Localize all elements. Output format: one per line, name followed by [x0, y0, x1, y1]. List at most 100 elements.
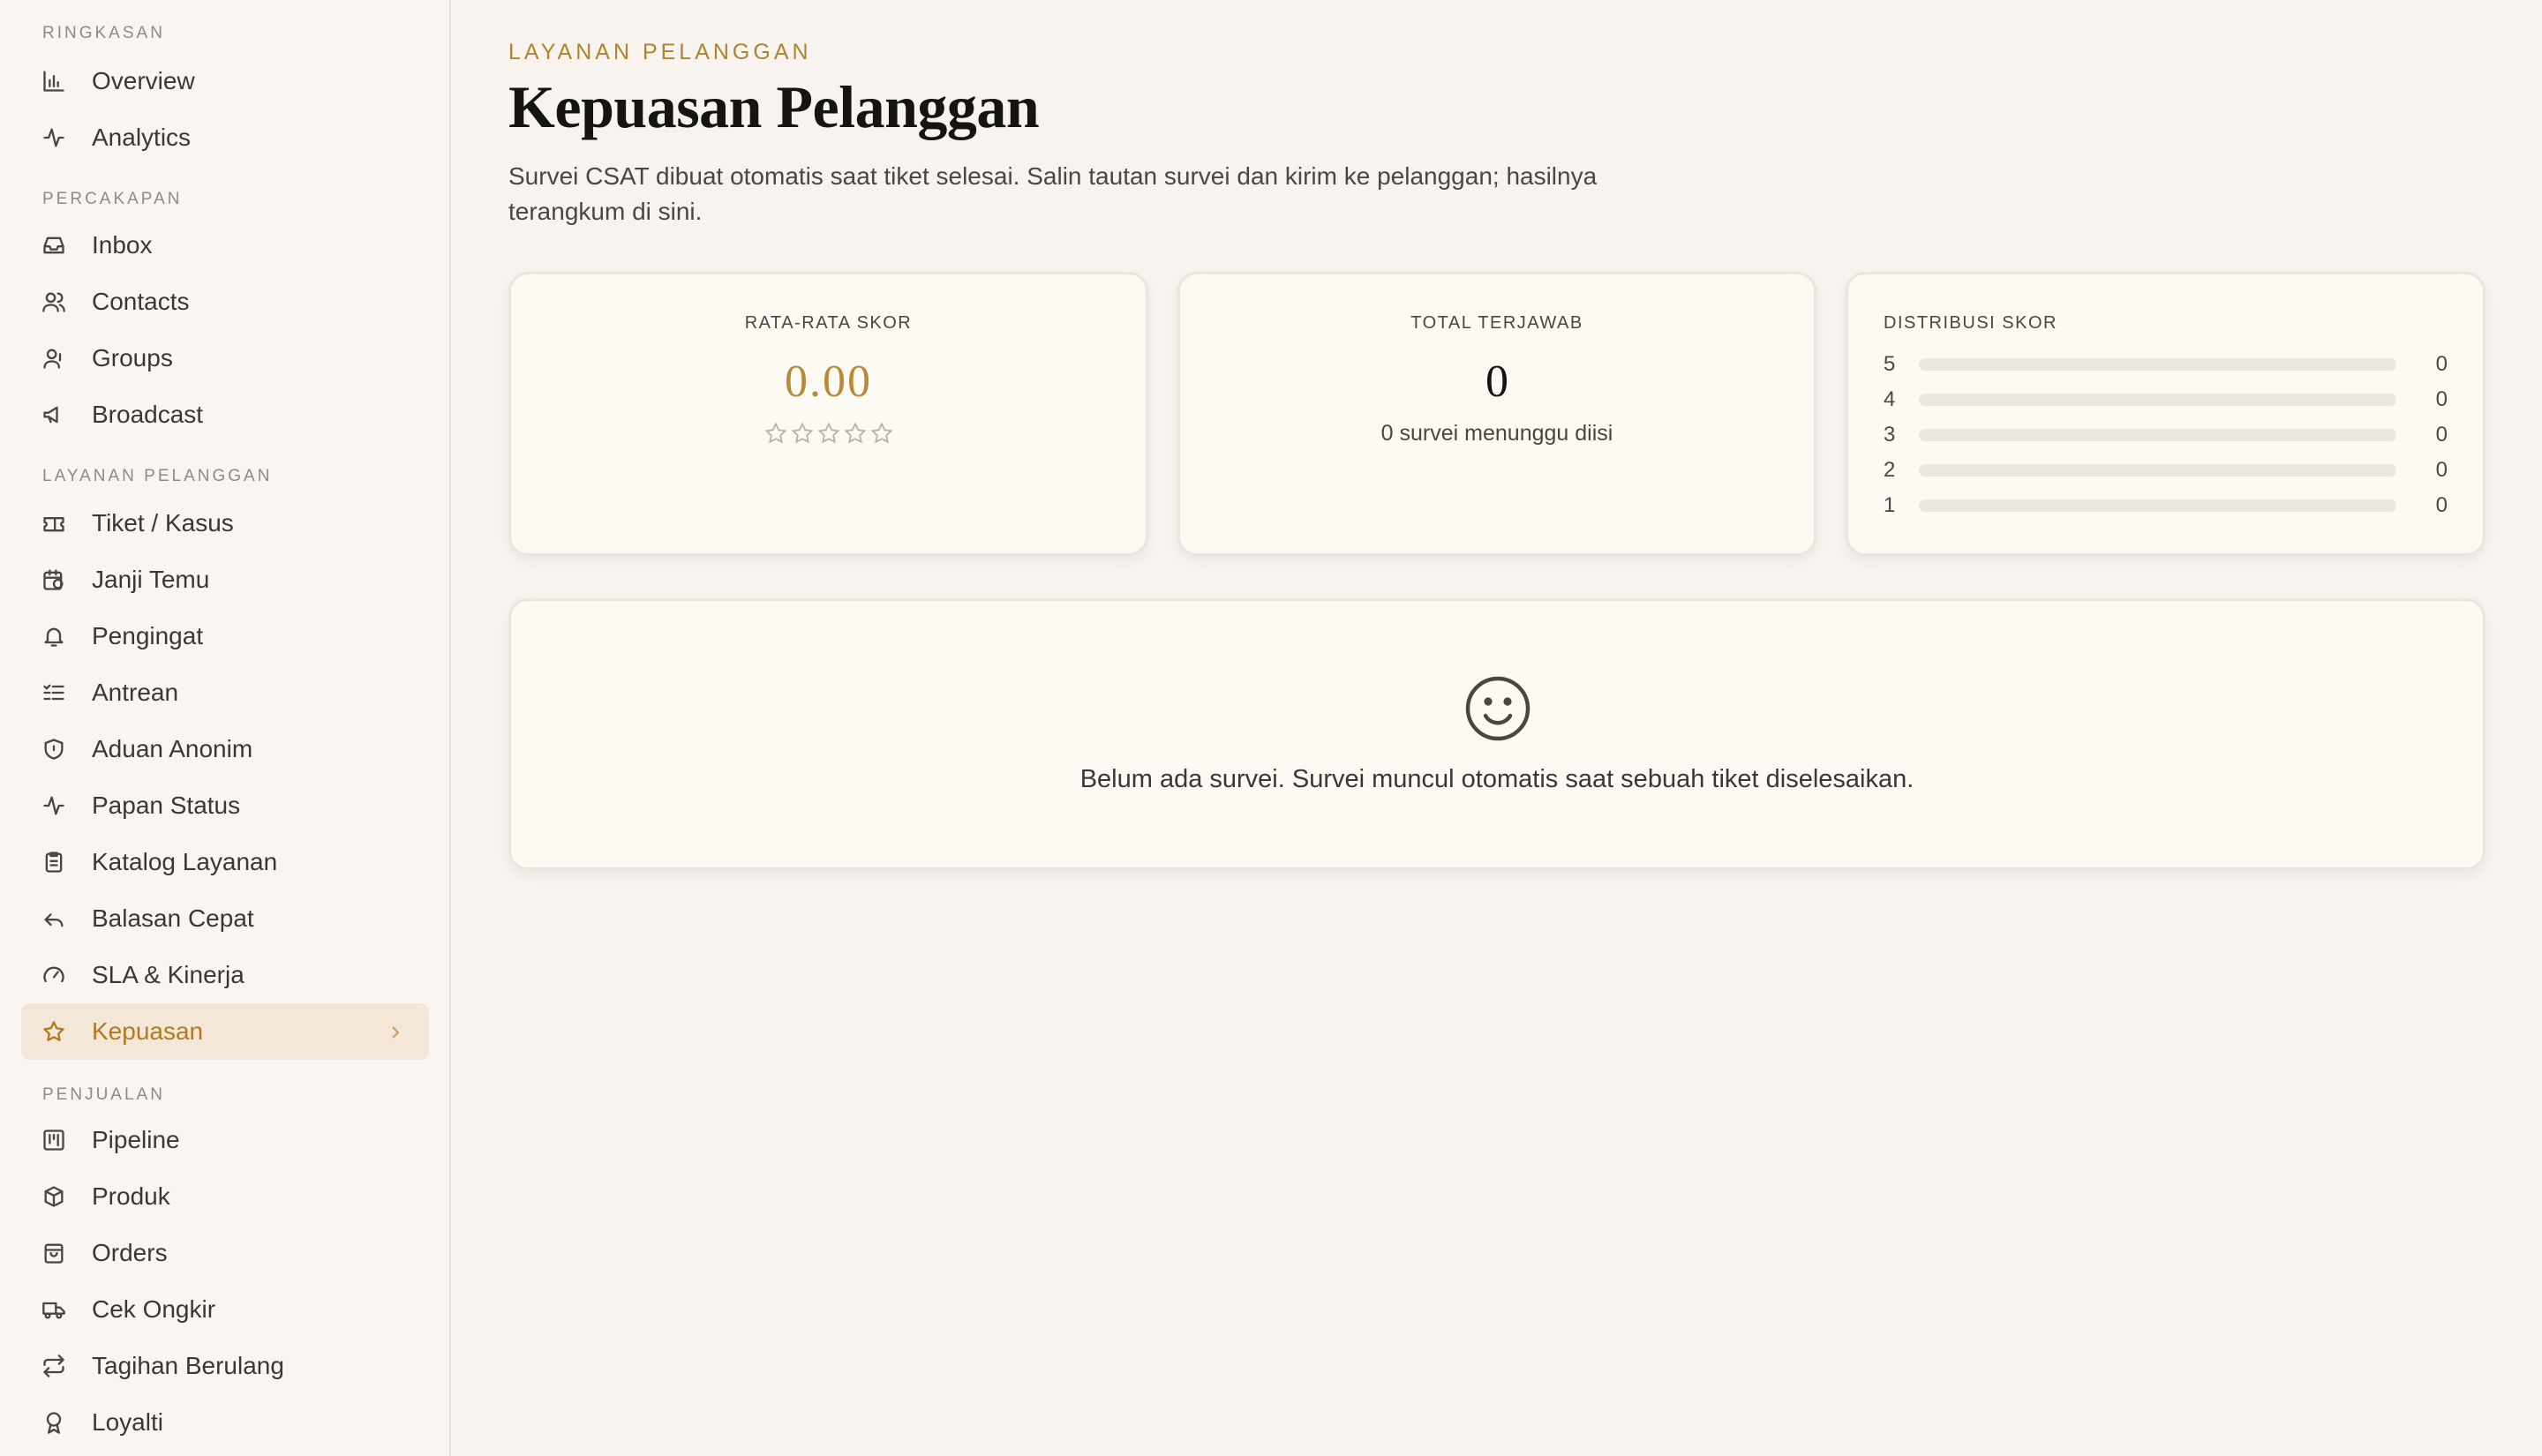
score-label: 4	[1884, 387, 1896, 411]
distribution-row: 5 0	[1884, 351, 2448, 378]
score-distribution-label: DISTRIBUSI SKOR	[1884, 313, 2057, 333]
sidebar-item-papan-status[interactable]: Papan Status	[21, 777, 429, 834]
average-score-label: RATA-RATA SKOR	[744, 313, 913, 333]
group-icon	[41, 345, 67, 372]
star-icon	[816, 422, 840, 444]
distribution-row: 4 0	[1884, 387, 2448, 413]
sidebar-item-label: Broadcast	[92, 401, 204, 428]
sidebar: RINGKASAN Overview Analytics PERCAKAPAN …	[0, 0, 451, 1456]
sidebar-item-label: Analytics	[92, 124, 192, 151]
score-bar	[1919, 464, 2396, 477]
sidebar-item-label: Contacts	[92, 288, 190, 315]
sidebar-item-loyalti[interactable]: Loyalti	[21, 1394, 429, 1451]
truck-icon	[41, 1296, 67, 1323]
sidebar-item-label: Antrean	[92, 679, 179, 706]
score-count: 0	[2435, 493, 2448, 517]
sidebar-item-tiket-kasus[interactable]: Tiket / Kasus	[21, 495, 429, 552]
sidebar-item-label: Inbox	[92, 231, 153, 259]
sidebar-item-broadcast[interactable]: Broadcast	[21, 387, 429, 443]
sidebar-item-label: Produk	[92, 1182, 170, 1210]
sidebar-section-ringkasan: RINGKASAN	[42, 24, 165, 42]
list-check-icon	[41, 679, 67, 706]
shield-icon	[41, 736, 67, 762]
repeat-icon	[41, 1353, 67, 1379]
score-count: 0	[2435, 352, 2448, 376]
score-label: 1	[1884, 493, 1896, 517]
calendar-clock-icon	[41, 567, 67, 593]
star-icon	[41, 1018, 67, 1045]
score-count: 0	[2435, 387, 2448, 411]
score-distribution-card: DISTRIBUSI SKOR 5 0 4 0 3 0 2 0 1 0	[1846, 272, 2486, 556]
star-icon	[790, 422, 814, 444]
sidebar-item-label: Aduan Anonim	[92, 735, 253, 762]
ticket-icon	[41, 510, 67, 537]
distribution-row: 3 0	[1884, 422, 2448, 448]
page-description: Survei CSAT dibuat otomatis saat tiket s…	[508, 162, 1598, 225]
sidebar-section-penjualan: PENJUALAN	[42, 1085, 165, 1104]
sidebar-item-balasan-cepat[interactable]: Balasan Cepat	[21, 890, 429, 947]
sidebar-item-label: Katalog Layanan	[92, 848, 278, 875]
package-icon	[41, 1183, 67, 1210]
star-icon	[763, 422, 787, 444]
chevron-right-icon	[387, 1021, 404, 1042]
sidebar-item-analytics[interactable]: Analytics	[21, 109, 429, 166]
sidebar-item-tagihan-berulang[interactable]: Tagihan Berulang	[21, 1338, 429, 1394]
bar-chart-icon	[41, 68, 67, 94]
average-score-value: 0.00	[785, 356, 872, 407]
sidebar-item-label: Balasan Cepat	[92, 904, 254, 932]
sidebar-item-inbox[interactable]: Inbox	[21, 217, 429, 274]
sidebar-item-antrean[interactable]: Antrean	[21, 664, 429, 721]
smiley-icon	[1463, 673, 1533, 744]
score-bar	[1919, 394, 2396, 406]
score-count: 0	[2435, 423, 2448, 447]
sidebar-item-label: Groups	[92, 344, 173, 372]
kanban-icon	[41, 1127, 67, 1153]
inbox-icon	[41, 232, 67, 259]
reply-icon	[41, 905, 67, 932]
clipboard-icon	[41, 849, 67, 875]
sidebar-item-katalog-layanan[interactable]: Katalog Layanan	[21, 834, 429, 890]
empty-state-card: Belum ada survei. Survei muncul otomatis…	[508, 598, 2486, 870]
star-rating	[511, 421, 1146, 446]
sidebar-item-contacts[interactable]: Contacts	[21, 274, 429, 330]
total-answered-card: TOTAL TERJAWAB 0 0 survei menunggu diisi	[1177, 272, 1816, 556]
star-icon	[869, 422, 893, 444]
sidebar-item-label: Tiket / Kasus	[92, 509, 234, 537]
sidebar-item-cek-ongkir[interactable]: Cek Ongkir	[21, 1281, 429, 1338]
activity-icon	[41, 124, 67, 151]
average-score-card: RATA-RATA SKOR 0.00	[508, 272, 1148, 556]
score-label: 2	[1884, 458, 1896, 482]
sidebar-section-layanan-pelanggan: LAYANAN PELANGGAN	[42, 467, 273, 485]
distribution-row: 2 0	[1884, 457, 2448, 484]
sidebar-item-label: Papan Status	[92, 792, 241, 819]
page-eyebrow: LAYANAN PELANGGAN	[508, 40, 812, 64]
megaphone-icon	[41, 402, 67, 428]
score-label: 5	[1884, 352, 1896, 376]
sidebar-item-janji-temu[interactable]: Janji Temu	[21, 552, 429, 608]
score-label: 3	[1884, 423, 1896, 447]
sidebar-item-label: Janji Temu	[92, 566, 210, 593]
sidebar-item-kepuasan[interactable]: Kepuasan	[21, 1003, 429, 1060]
total-answered-label: TOTAL TERJAWAB	[1410, 313, 1583, 333]
score-bar	[1919, 429, 2396, 441]
sidebar-item-pipeline[interactable]: Pipeline	[21, 1112, 429, 1168]
sidebar-item-produk[interactable]: Produk	[21, 1168, 429, 1225]
sidebar-item-orders[interactable]: Orders	[21, 1225, 429, 1281]
sidebar-item-aduan-anonim[interactable]: Aduan Anonim	[21, 721, 429, 777]
sidebar-item-label: SLA & Kinerja	[92, 961, 244, 988]
total-answered-value: 0	[1485, 356, 1508, 407]
sidebar-item-pengingat[interactable]: Pengingat	[21, 608, 429, 664]
shopping-bag-icon	[41, 1240, 67, 1266]
sidebar-item-overview[interactable]: Overview	[21, 53, 429, 109]
sidebar-item-sla-kinerja[interactable]: SLA & Kinerja	[21, 947, 429, 1003]
sidebar-item-label: Tagihan Berulang	[92, 1352, 284, 1379]
gauge-icon	[41, 962, 67, 988]
users-icon	[41, 289, 67, 315]
page-title: Kepuasan Pelanggan	[508, 73, 1040, 140]
sidebar-item-label: Kepuasan	[92, 1017, 204, 1045]
sidebar-item-groups[interactable]: Groups	[21, 330, 429, 387]
distribution-row: 1 0	[1884, 492, 2448, 519]
sidebar-section-percakapan: PERCAKAPAN	[42, 190, 183, 208]
award-icon	[41, 1409, 67, 1436]
sidebar-item-label: Orders	[92, 1239, 168, 1266]
